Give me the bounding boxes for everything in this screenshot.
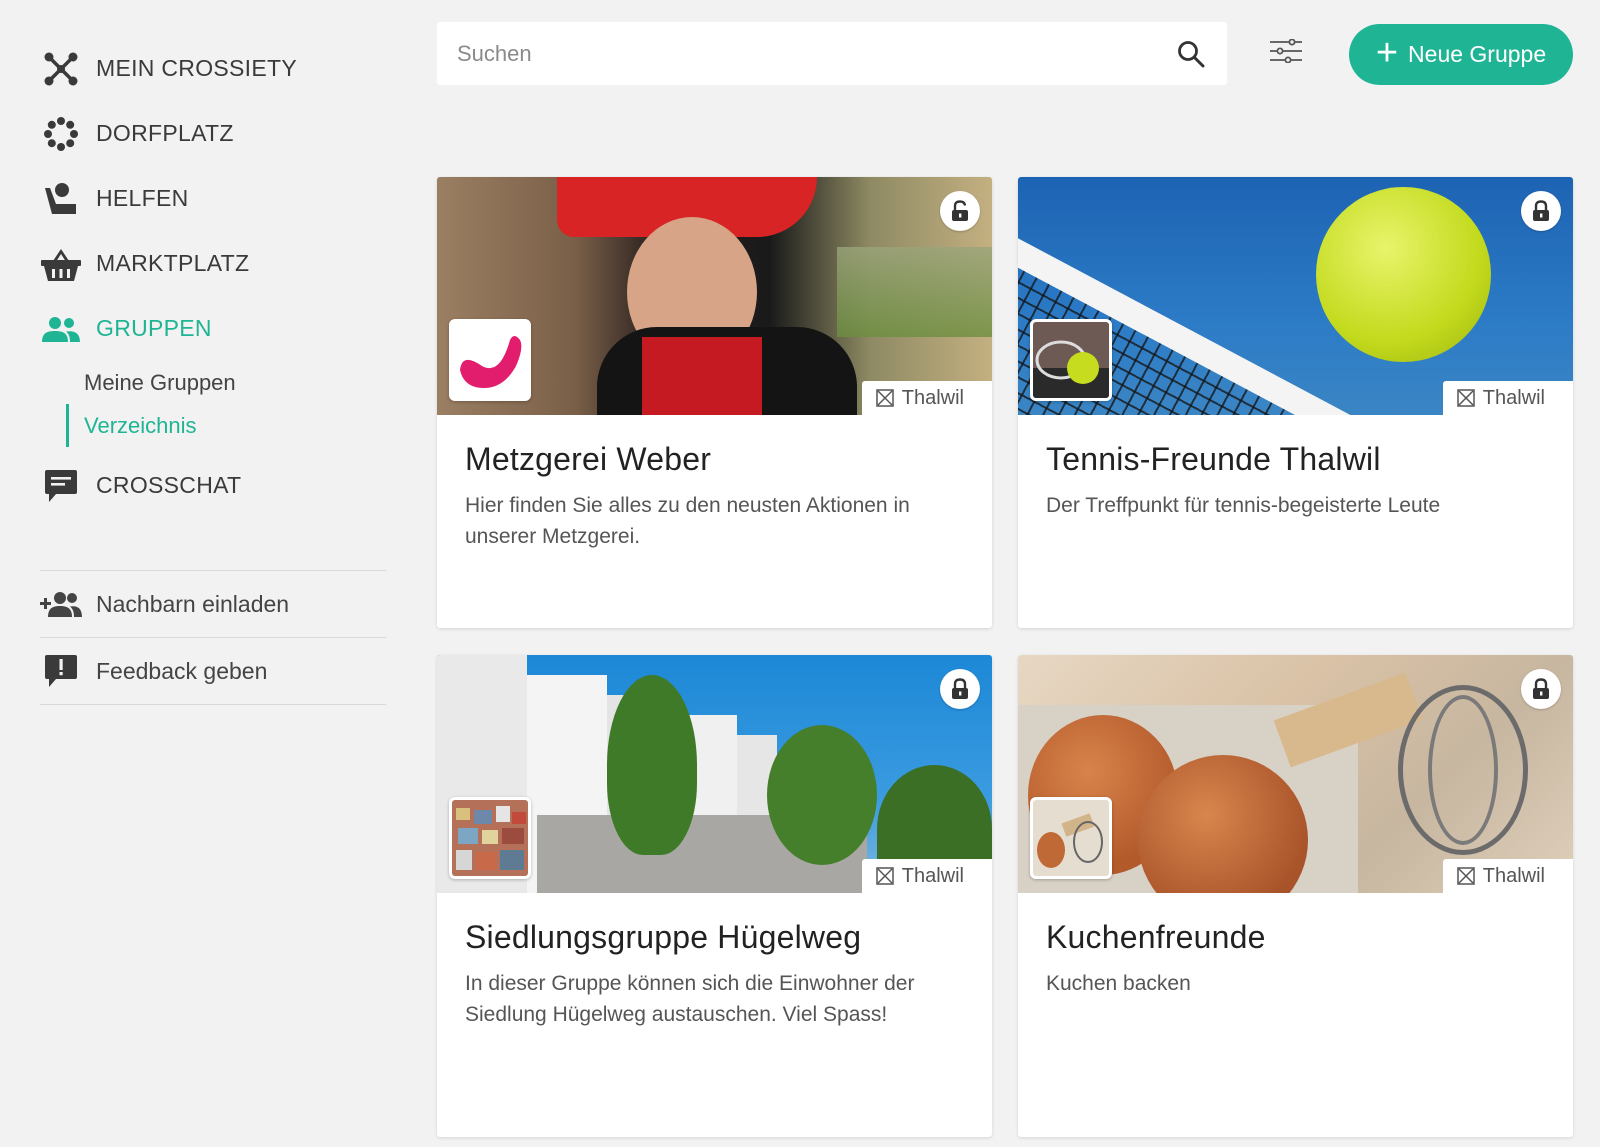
group-avatar [1030,797,1112,879]
action-label: Feedback geben [96,657,268,684]
helfen-icon [40,178,82,220]
card-description: Hier finden Sie alles zu den neusten Akt… [465,494,910,548]
filter-button[interactable] [1266,35,1306,71]
add-group-icon [40,583,82,625]
nav-label: GRUPPEN [96,315,212,341]
dorfplatz-icon [40,113,82,155]
sidebar-divider [40,704,386,705]
group-icon [40,308,82,350]
new-group-button[interactable]: + Neue Gruppe [1349,24,1573,85]
locked-icon[interactable] [1521,669,1561,709]
feedback-link[interactable]: Feedback geben [40,638,386,704]
filter-icon [1269,38,1303,68]
group-card-siedlungsgruppe[interactable]: Thalwil Siedlungsgruppe Hügelweg In dies… [437,655,992,1137]
group-avatar [449,319,531,401]
submenu-meine-gruppen[interactable]: Meine Gruppen [66,361,386,404]
location-badge: Thalwil [1442,859,1573,893]
group-avatar [1030,319,1112,401]
nav-label: DORFPLATZ [96,120,234,146]
search-bar [437,22,1227,85]
card-banner-image: Thalwil [1018,655,1573,893]
nav-label: HELFEN [96,185,189,211]
location-label: Thalwil [901,386,964,409]
locked-icon[interactable] [940,669,980,709]
group-avatar [449,797,531,879]
nav-helfen[interactable]: HELFEN [40,166,386,231]
group-card-kuchenfreunde[interactable]: Thalwil Kuchenfreunde Kuchen backen [1018,655,1573,1137]
location-label: Thalwil [1482,386,1545,409]
card-banner-image: Thalwil [1018,177,1573,415]
card-title: Metzgerei Weber [465,441,712,477]
nav-gruppen[interactable]: GRUPPEN [40,296,386,361]
card-description: In dieser Gruppe können sich die Einwohn… [465,972,915,1026]
location-label: Thalwil [901,864,964,887]
nav-crosschat[interactable]: CROSSCHAT [40,453,386,518]
crossiety-logo-icon [1457,867,1475,885]
group-card-tennis-freunde[interactable]: Thalwil Tennis-Freunde Thalwil Der Treff… [1018,177,1573,628]
search-icon[interactable] [1175,38,1207,70]
basket-icon [40,243,82,285]
card-banner-image: Thalwil [437,177,992,415]
card-title: Siedlungsgruppe Hügelweg [465,919,862,955]
action-label: Nachbarn einladen [96,590,290,617]
card-title: Tennis-Freunde Thalwil [1046,441,1381,477]
nav-label: MARKTPLATZ [96,250,250,276]
unlocked-icon[interactable] [940,191,980,231]
feedback-icon [40,650,82,692]
nav-label: MEIN CROSSIETY [96,55,298,81]
nav-dorfplatz[interactable]: DORFPLATZ [40,101,386,166]
card-title: Kuchenfreunde [1046,919,1266,955]
crossiety-logo-icon [876,389,894,407]
location-badge: Thalwil [1442,381,1573,415]
new-group-label: Neue Gruppe [1408,41,1547,67]
locked-icon[interactable] [1521,191,1561,231]
nav-mein-crossiety[interactable]: MEIN CROSSIETY [40,36,386,101]
location-badge: Thalwil [861,381,992,415]
card-description: Der Treffpunkt für tennis-begeisterte Le… [1046,494,1441,517]
invite-neighbors-link[interactable]: Nachbarn einladen [40,571,386,637]
chat-icon [40,465,82,507]
search-input[interactable] [457,40,1175,67]
card-banner-image: Thalwil [437,655,992,893]
nav-marktplatz[interactable]: MARKTPLATZ [40,231,386,296]
crossiety-icon [40,48,82,90]
sidebar: MEIN CROSSIETY DORFPLATZ HELFEN MARKTPLA… [40,36,386,705]
submenu-verzeichnis[interactable]: Verzeichnis [66,404,386,447]
crossiety-logo-icon [1457,389,1475,407]
location-label: Thalwil [1482,864,1545,887]
crossiety-logo-icon [876,867,894,885]
location-badge: Thalwil [861,859,992,893]
nav-label: CROSSCHAT [96,472,242,498]
card-description: Kuchen backen [1046,972,1191,995]
plus-icon: + [1375,31,1399,74]
group-card-metzgerei-weber[interactable]: Thalwil Metzgerei Weber Hier finden Sie … [437,177,992,628]
gruppen-submenu: Meine Gruppen Verzeichnis [66,361,386,447]
